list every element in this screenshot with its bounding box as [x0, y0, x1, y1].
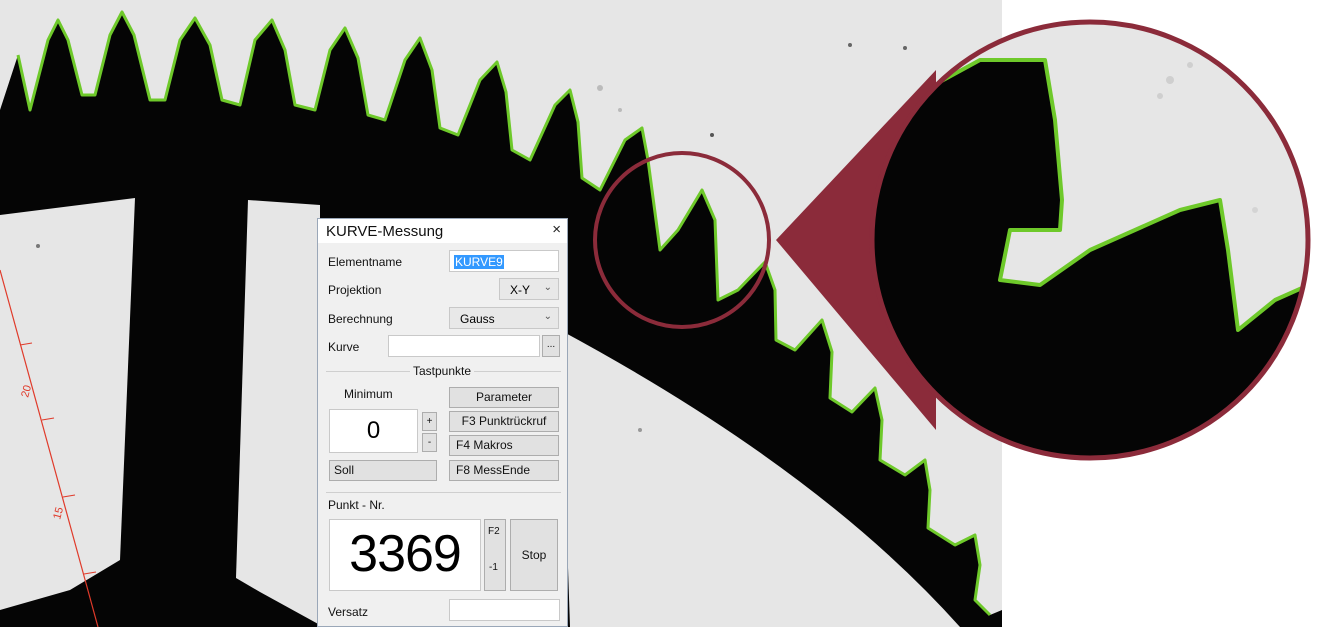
stop-button[interactable]: Stop	[510, 519, 558, 591]
berechnung-value: Gauss	[460, 312, 495, 326]
chevron-down-icon: ⌄	[543, 282, 552, 293]
chevron-down-icon: ⌄	[543, 311, 552, 322]
f2-back-button[interactable]: F2 -1	[484, 519, 506, 591]
punkt-divider	[326, 492, 561, 493]
minimum-increment-button[interactable]: +	[422, 412, 437, 431]
kurve-messung-dialog: KURVE-Messung × Elementname KURVE9 Proje…	[317, 218, 568, 627]
kurve-field[interactable]	[388, 335, 540, 357]
minimum-value: 0	[366, 417, 381, 444]
berechnung-select[interactable]: Gauss ⌄	[449, 307, 559, 329]
camera-image-view[interactable]: 20 15	[0, 0, 1328, 627]
gear-window-right	[236, 200, 320, 625]
parameter-button[interactable]: Parameter	[449, 387, 559, 408]
minus1-label: -1	[489, 562, 498, 573]
kurve-label: Kurve	[328, 340, 360, 354]
gear-window-left	[0, 198, 135, 610]
f4-makros-button[interactable]: F4 Makros	[449, 435, 559, 456]
projektion-value: X-Y	[510, 283, 531, 297]
minimum-label: Minimum	[344, 387, 393, 401]
soll-button[interactable]: Soll	[329, 460, 437, 481]
minimum-field[interactable]: 0	[329, 409, 418, 453]
f8-messende-button[interactable]: F8 MessEnde	[449, 460, 559, 481]
f2-label: F2	[488, 526, 500, 537]
projektion-label: Projektion	[328, 283, 382, 297]
f3-punktrueckruf-button[interactable]: F3 Punktrückruf	[449, 411, 559, 432]
punkt-nr-label: Punkt - Nr.	[328, 498, 385, 512]
kurve-browse-button[interactable]: ...	[542, 335, 560, 357]
minimum-decrement-button[interactable]: -	[422, 433, 437, 452]
elementname-value: KURVE9	[454, 255, 504, 269]
berechnung-label: Berechnung	[328, 312, 393, 326]
elementname-label: Elementname	[328, 255, 403, 269]
dialog-title: KURVE-Messung	[326, 223, 444, 240]
projektion-select[interactable]: X-Y ⌄	[499, 278, 559, 300]
tastpunkte-label: Tastpunkte	[410, 364, 475, 378]
elementname-field[interactable]: KURVE9	[449, 250, 559, 272]
versatz-label: Versatz	[328, 605, 369, 619]
punkt-nr-field: 3369	[329, 519, 481, 591]
versatz-field[interactable]	[449, 599, 560, 621]
punkt-nr-value: 3369	[349, 525, 462, 583]
close-icon[interactable]: ×	[552, 221, 561, 238]
dialog-titlebar: KURVE-Messung ×	[318, 219, 567, 243]
